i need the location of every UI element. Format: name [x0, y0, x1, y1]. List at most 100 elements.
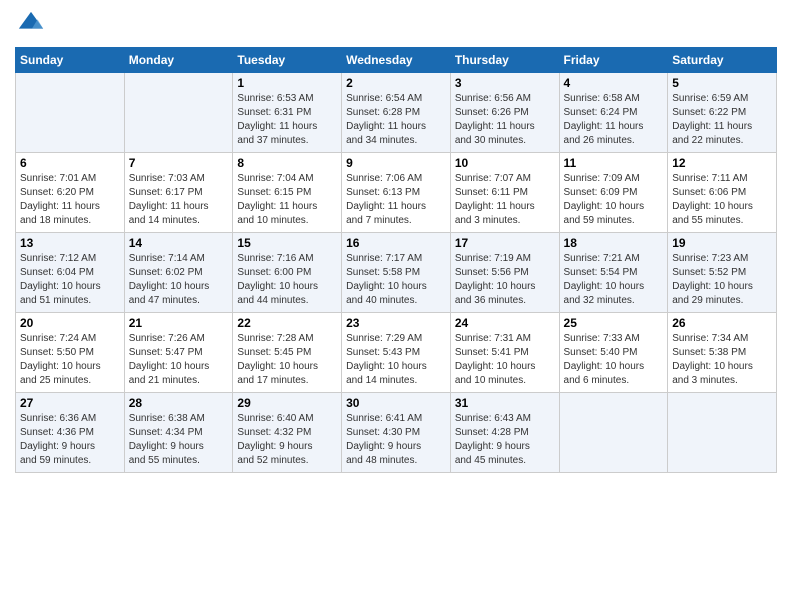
calendar-cell: 10 Sunrise: 7:07 AMSunset: 6:11 PMDayligh… — [450, 152, 559, 232]
calendar-cell — [124, 72, 233, 152]
day-number: 3 — [455, 76, 555, 90]
day-info: Sunrise: 7:29 AMSunset: 5:43 PMDaylight:… — [346, 332, 446, 388]
day-info: Sunrise: 7:11 AMSunset: 6:06 PMDaylight:… — [672, 172, 772, 228]
calendar-cell: 31 Sunrise: 6:43 AMSunset: 4:28 PMDayligh… — [450, 392, 559, 472]
day-info: Sunrise: 7:06 AMSunset: 6:13 PMDaylight:… — [346, 172, 446, 228]
calendar-cell: 8Sunrise: 7:04 AMSunset: 6:15 PMDaylight… — [233, 152, 342, 232]
day-number: 4 — [564, 76, 664, 90]
day-number: 23 — [346, 316, 446, 330]
day-info: Sunrise: 7:12 AMSunset: 6:04 PMDaylight:… — [20, 252, 120, 308]
day-info: Sunrise: 7:34 AMSunset: 5:38 PMDaylight:… — [672, 332, 772, 388]
weekday-thursday: Thursday — [450, 47, 559, 72]
weekday-tuesday: Tuesday — [233, 47, 342, 72]
day-number: 28 — [129, 396, 229, 410]
calendar-cell: 20 Sunrise: 7:24 AMSunset: 5:50 PMDayligh… — [16, 312, 125, 392]
calendar-cell: 23 Sunrise: 7:29 AMSunset: 5:43 PMDayligh… — [342, 312, 451, 392]
calendar-cell: 16 Sunrise: 7:17 AMSunset: 5:58 PMDayligh… — [342, 232, 451, 312]
weekday-header-row: SundayMondayTuesdayWednesdayThursdayFrid… — [16, 47, 777, 72]
day-info: Sunrise: 7:03 AMSunset: 6:17 PMDaylight:… — [129, 172, 229, 228]
week-row-1: 1Sunrise: 6:53 AMSunset: 6:31 PMDaylight… — [16, 72, 777, 152]
day-number: 13 — [20, 236, 120, 250]
weekday-wednesday: Wednesday — [342, 47, 451, 72]
calendar-cell: 15Sunrise: 7:16 AMSunset: 6:00 PMDayligh… — [233, 232, 342, 312]
calendar-cell: 9 Sunrise: 7:06 AMSunset: 6:13 PMDaylight… — [342, 152, 451, 232]
day-number: 20 — [20, 316, 120, 330]
day-info: Sunrise: 6:40 AMSunset: 4:32 PMDaylight:… — [237, 412, 337, 468]
day-number: 29 — [237, 396, 337, 410]
calendar-body: 1Sunrise: 6:53 AMSunset: 6:31 PMDaylight… — [16, 72, 777, 472]
calendar-cell: 7 Sunrise: 7:03 AMSunset: 6:17 PMDaylight… — [124, 152, 233, 232]
day-info: Sunrise: 6:43 AMSunset: 4:28 PMDaylight:… — [455, 412, 555, 468]
weekday-monday: Monday — [124, 47, 233, 72]
day-info: Sunrise: 7:19 AMSunset: 5:56 PMDaylight:… — [455, 252, 555, 308]
calendar-cell: 3 Sunrise: 6:56 AMSunset: 6:26 PMDaylight… — [450, 72, 559, 152]
week-row-2: 6 Sunrise: 7:01 AMSunset: 6:20 PMDaylight… — [16, 152, 777, 232]
day-number: 2 — [346, 76, 446, 90]
day-info: Sunrise: 7:26 AMSunset: 5:47 PMDaylight:… — [129, 332, 229, 388]
logo-icon — [17, 10, 45, 38]
page-header — [15, 10, 777, 43]
day-info: Sunrise: 6:56 AMSunset: 6:26 PMDaylight:… — [455, 92, 555, 148]
week-row-4: 20 Sunrise: 7:24 AMSunset: 5:50 PMDayligh… — [16, 312, 777, 392]
day-number: 5 — [672, 76, 772, 90]
calendar-cell: 24Sunrise: 7:31 AMSunset: 5:41 PMDayligh… — [450, 312, 559, 392]
day-number: 26 — [672, 316, 772, 330]
week-row-5: 27Sunrise: 6:36 AMSunset: 4:36 PMDayligh… — [16, 392, 777, 472]
calendar-cell: 5 Sunrise: 6:59 AMSunset: 6:22 PMDaylight… — [668, 72, 777, 152]
calendar-cell: 17Sunrise: 7:19 AMSunset: 5:56 PMDayligh… — [450, 232, 559, 312]
day-info: Sunrise: 7:07 AMSunset: 6:11 PMDaylight:… — [455, 172, 555, 228]
day-number: 30 — [346, 396, 446, 410]
day-info: Sunrise: 7:01 AMSunset: 6:20 PMDaylight:… — [20, 172, 120, 228]
calendar-cell: 6 Sunrise: 7:01 AMSunset: 6:20 PMDaylight… — [16, 152, 125, 232]
day-number: 16 — [346, 236, 446, 250]
calendar-cell: 12 Sunrise: 7:11 AMSunset: 6:06 PMDayligh… — [668, 152, 777, 232]
calendar-cell — [16, 72, 125, 152]
day-number: 14 — [129, 236, 229, 250]
day-info: Sunrise: 7:31 AMSunset: 5:41 PMDaylight:… — [455, 332, 555, 388]
day-info: Sunrise: 6:53 AMSunset: 6:31 PMDaylight:… — [237, 92, 337, 148]
calendar-cell: 4 Sunrise: 6:58 AMSunset: 6:24 PMDaylight… — [559, 72, 668, 152]
calendar-cell: 25 Sunrise: 7:33 AMSunset: 5:40 PMDayligh… — [559, 312, 668, 392]
day-number: 12 — [672, 156, 772, 170]
day-number: 10 — [455, 156, 555, 170]
calendar-cell — [559, 392, 668, 472]
calendar-cell: 13 Sunrise: 7:12 AMSunset: 6:04 PMDayligh… — [16, 232, 125, 312]
day-number: 9 — [346, 156, 446, 170]
calendar-cell: 21Sunrise: 7:26 AMSunset: 5:47 PMDayligh… — [124, 312, 233, 392]
day-number: 7 — [129, 156, 229, 170]
day-info: Sunrise: 7:17 AMSunset: 5:58 PMDaylight:… — [346, 252, 446, 308]
day-info: Sunrise: 6:36 AMSunset: 4:36 PMDaylight:… — [20, 412, 120, 468]
day-number: 6 — [20, 156, 120, 170]
week-row-3: 13 Sunrise: 7:12 AMSunset: 6:04 PMDayligh… — [16, 232, 777, 312]
calendar-cell: 28Sunrise: 6:38 AMSunset: 4:34 PMDayligh… — [124, 392, 233, 472]
day-info: Sunrise: 6:41 AMSunset: 4:30 PMDaylight:… — [346, 412, 446, 468]
day-info: Sunrise: 7:33 AMSunset: 5:40 PMDaylight:… — [564, 332, 664, 388]
day-info: Sunrise: 6:54 AMSunset: 6:28 PMDaylight:… — [346, 92, 446, 148]
day-info: Sunrise: 7:21 AMSunset: 5:54 PMDaylight:… — [564, 252, 664, 308]
day-info: Sunrise: 7:14 AMSunset: 6:02 PMDaylight:… — [129, 252, 229, 308]
calendar: SundayMondayTuesdayWednesdayThursdayFrid… — [15, 47, 777, 473]
day-number: 31 — [455, 396, 555, 410]
day-info: Sunrise: 7:28 AMSunset: 5:45 PMDaylight:… — [237, 332, 337, 388]
calendar-cell: 2 Sunrise: 6:54 AMSunset: 6:28 PMDaylight… — [342, 72, 451, 152]
day-number: 22 — [237, 316, 337, 330]
day-number: 8 — [237, 156, 337, 170]
calendar-cell: 11Sunrise: 7:09 AMSunset: 6:09 PMDayligh… — [559, 152, 668, 232]
weekday-saturday: Saturday — [668, 47, 777, 72]
day-info: Sunrise: 7:23 AMSunset: 5:52 PMDaylight:… — [672, 252, 772, 308]
calendar-cell — [668, 392, 777, 472]
calendar-cell: 29 Sunrise: 6:40 AMSunset: 4:32 PMDayligh… — [233, 392, 342, 472]
calendar-cell: 19 Sunrise: 7:23 AMSunset: 5:52 PMDayligh… — [668, 232, 777, 312]
day-number: 19 — [672, 236, 772, 250]
day-info: Sunrise: 7:09 AMSunset: 6:09 PMDaylight:… — [564, 172, 664, 228]
weekday-sunday: Sunday — [16, 47, 125, 72]
day-info: Sunrise: 6:58 AMSunset: 6:24 PMDaylight:… — [564, 92, 664, 148]
weekday-friday: Friday — [559, 47, 668, 72]
day-info: Sunrise: 7:24 AMSunset: 5:50 PMDaylight:… — [20, 332, 120, 388]
day-info: Sunrise: 6:59 AMSunset: 6:22 PMDaylight:… — [672, 92, 772, 148]
day-number: 18 — [564, 236, 664, 250]
day-number: 15 — [237, 236, 337, 250]
logo — [15, 10, 45, 43]
day-number: 25 — [564, 316, 664, 330]
calendar-header: SundayMondayTuesdayWednesdayThursdayFrid… — [16, 47, 777, 72]
